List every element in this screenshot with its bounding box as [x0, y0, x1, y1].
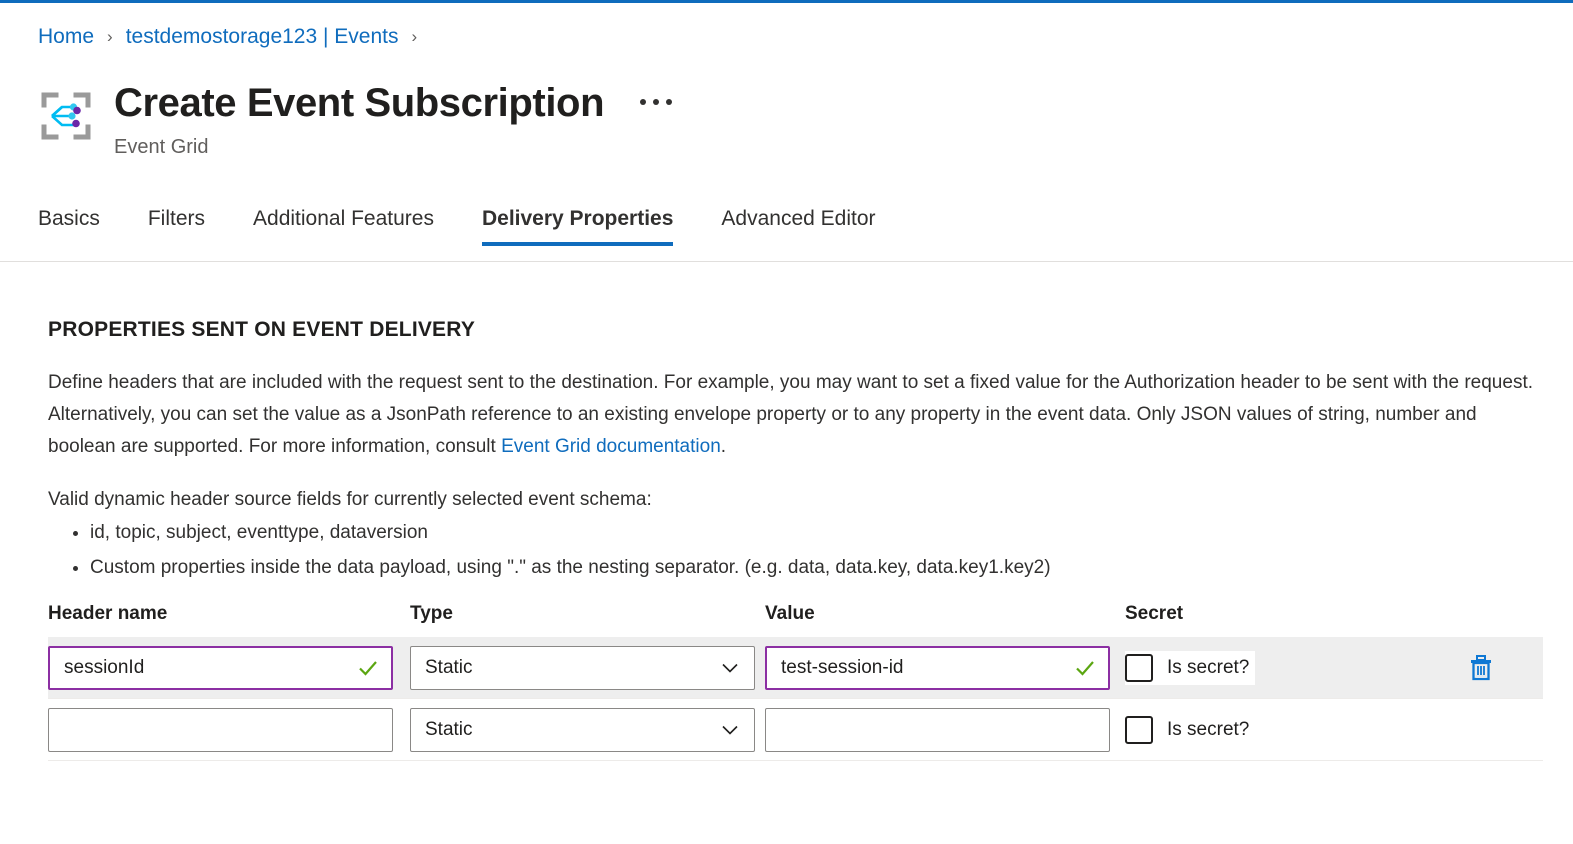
header-name-input[interactable] [49, 709, 392, 751]
cell-value [765, 637, 1125, 698]
cell-header-name [48, 637, 410, 698]
cell-type: Static [410, 637, 765, 698]
secret-checkbox-group[interactable]: Is secret? [1125, 651, 1255, 685]
cell-secret: Is secret? [1125, 699, 1425, 760]
header-name-input[interactable] [50, 648, 391, 688]
description-paragraph: Define headers that are included with th… [48, 367, 1533, 463]
column-header-value: Value [765, 603, 1125, 625]
delivery-properties-panel: PROPERTIES SENT ON EVENT DELIVERY Define… [0, 262, 1573, 761]
tab-filters[interactable]: Filters [148, 196, 205, 254]
column-header-type: Type [410, 603, 765, 625]
breadcrumb-item-home[interactable]: Home [38, 22, 94, 52]
is-secret-checkbox[interactable] [1125, 654, 1153, 682]
secret-checkbox-group[interactable]: Is secret? [1125, 713, 1255, 747]
delete-row-icon[interactable] [1465, 652, 1497, 684]
type-dropdown-value: Static [411, 719, 720, 741]
cell-header-name [48, 699, 410, 760]
value-input-wrapper[interactable] [765, 646, 1110, 690]
chevron-down-icon [720, 720, 740, 740]
cell-secret: Is secret? [1125, 637, 1425, 698]
create-event-subscription-blade: Home › testdemostorage123 | Events › [0, 0, 1573, 844]
page-header: Create Event Subscription Event Grid [38, 78, 673, 160]
list-item: id, topic, subject, eventtype, dataversi… [90, 515, 1533, 550]
tab-advanced-editor[interactable]: Advanced Editor [721, 196, 875, 254]
breadcrumb-item-events[interactable]: testdemostorage123 | Events [126, 22, 399, 52]
column-header-secret: Secret [1125, 603, 1425, 625]
cell-type: Static [410, 699, 765, 760]
table-header-row: Header name Type Value Secret [48, 603, 1543, 637]
description-text-part2: . [721, 436, 726, 457]
table-row: Static Is [48, 699, 1543, 761]
tab-delivery-properties[interactable]: Delivery Properties [482, 196, 673, 254]
delivery-properties-table: Header name Type Value Secret [48, 603, 1543, 761]
column-header-header-name: Header name [48, 603, 410, 625]
cell-actions [1425, 699, 1543, 760]
page-subtitle: Event Grid [114, 134, 673, 160]
tab-additional-features[interactable]: Additional Features [253, 196, 434, 254]
tab-basics[interactable]: Basics [38, 196, 100, 254]
cell-value [765, 699, 1125, 760]
section-title: PROPERTIES SENT ON EVENT DELIVERY [48, 318, 1533, 342]
event-grid-documentation-link[interactable]: Event Grid documentation [501, 436, 721, 457]
breadcrumb-separator-icon: › [412, 22, 418, 52]
value-input[interactable] [766, 709, 1109, 751]
table-row: Static [48, 637, 1543, 699]
value-input-wrapper[interactable] [765, 708, 1110, 752]
schema-intro-text: Valid dynamic header source fields for c… [48, 485, 1533, 515]
is-secret-label: Is secret? [1167, 657, 1249, 679]
breadcrumb: Home › testdemostorage123 | Events › [38, 22, 430, 52]
event-grid-icon [38, 88, 94, 144]
more-options-icon[interactable] [639, 88, 673, 110]
description-text-part1: Define headers that are included with th… [48, 372, 1533, 457]
header-name-input-wrapper[interactable] [48, 646, 393, 690]
tab-bar: Basics Filters Additional Features Deliv… [0, 196, 1573, 262]
list-item: Custom properties inside the data payloa… [90, 550, 1533, 585]
type-dropdown[interactable]: Static [410, 646, 755, 690]
type-dropdown-value: Static [411, 657, 720, 679]
cell-actions [1425, 637, 1543, 698]
is-secret-label: Is secret? [1167, 719, 1249, 741]
valid-check-icon [357, 657, 379, 679]
top-accent-rule [0, 0, 1573, 3]
header-name-input-wrapper[interactable] [48, 708, 393, 752]
chevron-down-icon [720, 658, 740, 678]
page-title: Create Event Subscription [114, 78, 604, 128]
breadcrumb-separator-icon: › [107, 22, 113, 52]
value-input[interactable] [767, 648, 1108, 688]
is-secret-checkbox[interactable] [1125, 716, 1153, 744]
type-dropdown[interactable]: Static [410, 708, 755, 752]
schema-field-list: id, topic, subject, eventtype, dataversi… [48, 515, 1533, 585]
valid-check-icon [1074, 657, 1096, 679]
